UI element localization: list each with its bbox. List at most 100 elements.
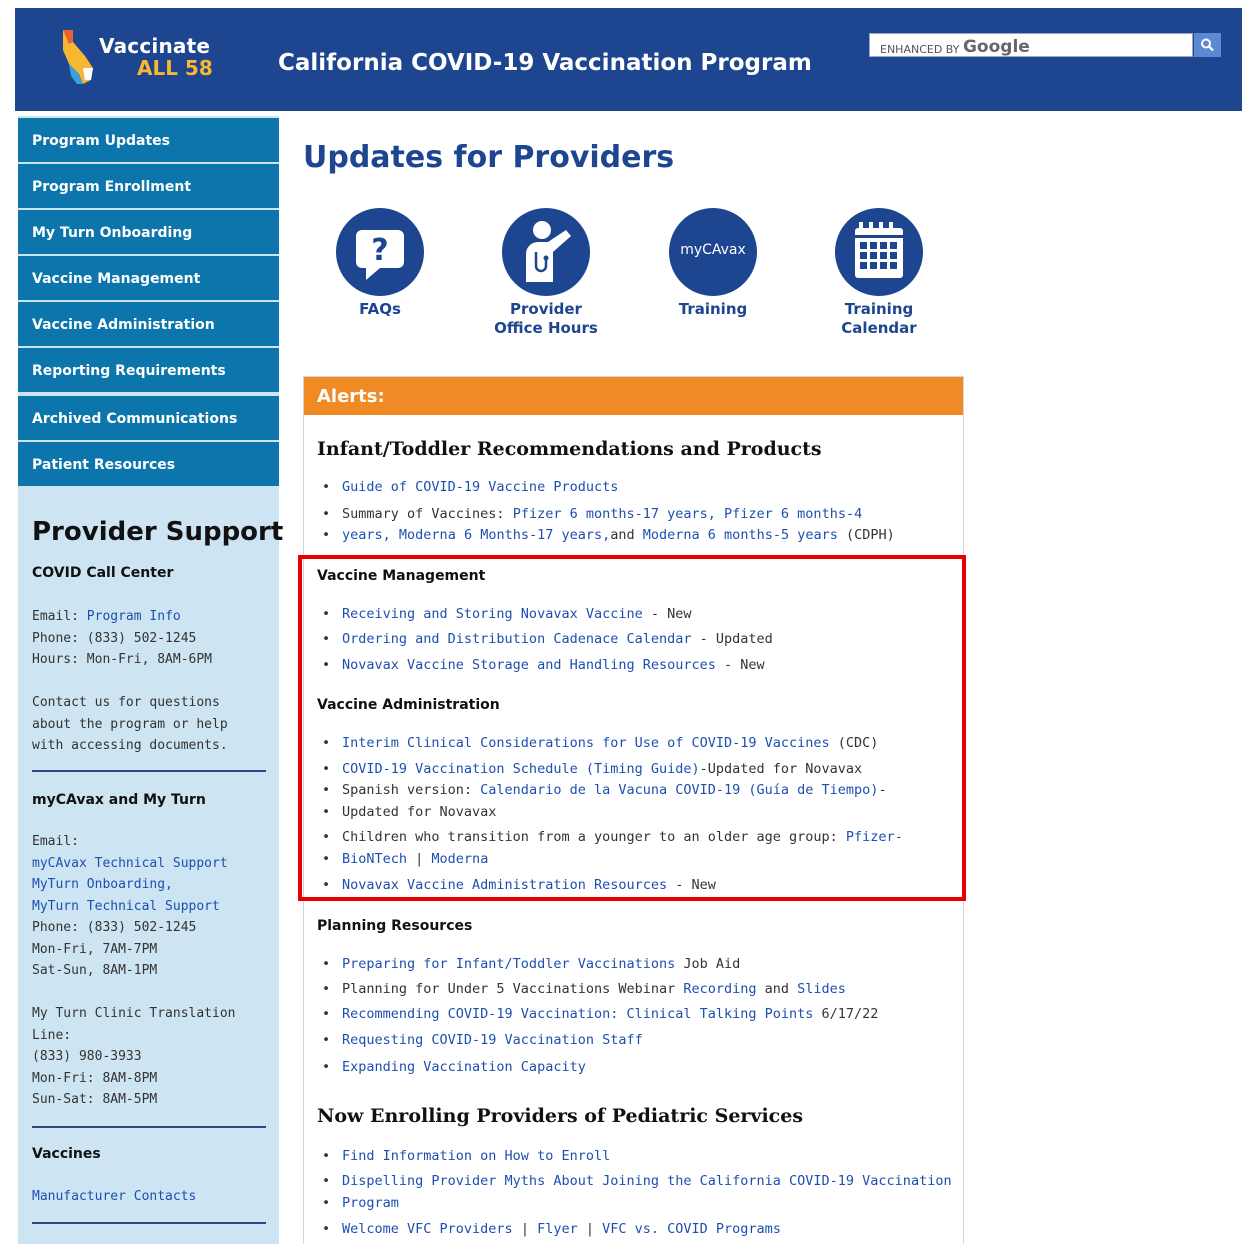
program-info-link[interactable]: Program Info bbox=[87, 609, 181, 624]
translation-line-1: My Turn Clinic Translation bbox=[32, 1006, 236, 1021]
search-brand: ENHANCED BY Google bbox=[880, 37, 1030, 58]
list-item: Find Information on How to Enroll bbox=[322, 1145, 610, 1167]
vaccinate-all-58-logo[interactable]: Vaccinate ALL 58 bbox=[57, 24, 217, 94]
mycavax-tech-support-link[interactable]: myCAvax Technical Support bbox=[32, 853, 228, 875]
now-enrolling-heading: Now Enrolling Providers of Pediatric Ser… bbox=[317, 1105, 804, 1127]
expanding-capacity-link[interactable]: Expanding Vaccination Capacity bbox=[342, 1059, 586, 1075]
moderna-6m-5y-link[interactable]: Moderna 6 months-5 years bbox=[643, 527, 838, 543]
search-input[interactable]: ENHANCED BY Google bbox=[869, 33, 1193, 57]
guide-vaccine-products-link[interactable]: Guide of COVID-19 Vaccine Products bbox=[342, 479, 618, 495]
list-item: Welcome VFC Providers | Flyer | VFC vs. … bbox=[322, 1218, 781, 1240]
flyer-link[interactable]: Flyer bbox=[537, 1221, 578, 1237]
highlight-box bbox=[298, 555, 966, 901]
vfc-vs-covid-link[interactable]: VFC vs. COVID Programs bbox=[602, 1221, 781, 1237]
translation-phone: (833) 980-3933 bbox=[32, 1049, 142, 1064]
alerts-header: Alerts: bbox=[304, 377, 963, 415]
preparing-infant-toddler-link[interactable]: Preparing for Infant/Toddler Vaccination… bbox=[342, 956, 675, 972]
faqs-tile[interactable]: ? FAQs bbox=[315, 208, 445, 319]
nav-reporting-requirements[interactable]: Reporting Requirements bbox=[18, 348, 279, 392]
calendar-icon bbox=[835, 208, 923, 296]
list-item: Guide of COVID-19 Vaccine Products bbox=[322, 476, 618, 498]
nav-program-updates[interactable]: Program Updates bbox=[18, 118, 279, 162]
search-button[interactable] bbox=[1194, 33, 1221, 57]
contact-line-1: Contact us for questions bbox=[32, 695, 220, 710]
sidebar: Program Updates Program Enrollment My Tu… bbox=[18, 116, 283, 1244]
requesting-staff-link[interactable]: Requesting COVID-19 Vaccination Staff bbox=[342, 1032, 643, 1048]
california-map-icon bbox=[63, 30, 93, 84]
list-item: Expanding Vaccination Capacity bbox=[322, 1056, 586, 1078]
site-title: California COVID-19 Vaccination Program bbox=[278, 50, 812, 76]
logo-text-all-58: ALL 58 bbox=[137, 56, 213, 80]
and-text: and bbox=[756, 981, 798, 997]
training-tile[interactable]: myCAvax Training bbox=[648, 208, 778, 319]
svg-text:?: ? bbox=[371, 233, 388, 268]
question-icon: ? bbox=[336, 208, 424, 296]
mycavax-hours-1: Mon-Fri, 7AM-7PM bbox=[32, 941, 158, 957]
list-item: Recommending COVID-19 Vaccination: Clini… bbox=[322, 1003, 879, 1025]
search-brand-small: ENHANCED BY bbox=[880, 43, 960, 56]
nav-vaccine-administration[interactable]: Vaccine Administration bbox=[18, 302, 279, 346]
search-brand-google: Google bbox=[962, 37, 1030, 57]
faqs-label-line: FAQs bbox=[359, 300, 401, 318]
call-center-hours: Hours: Mon-Fri, 8AM-6PM bbox=[32, 652, 213, 667]
mycavax-icon: myCAvax bbox=[669, 208, 757, 296]
list-item: Preparing for Infant/Toddler Vaccination… bbox=[322, 953, 741, 975]
planning-resources-heading: Planning Resources bbox=[317, 918, 473, 934]
provider-label-line-1: Provider bbox=[510, 300, 582, 318]
vaccines-heading: Vaccines bbox=[32, 1146, 101, 1162]
nav-vaccine-management[interactable]: Vaccine Management bbox=[18, 256, 279, 300]
nav-program-enrollment[interactable]: Program Enrollment bbox=[18, 164, 279, 208]
moderna-6m-17y-link[interactable]: Moderna 6 Months-17 years, bbox=[399, 527, 610, 543]
translation-hours-2: Sun-Sat: 8AM-5PM bbox=[32, 1092, 158, 1107]
list-item: Requesting COVID-19 Vaccination Staff bbox=[322, 1029, 643, 1051]
dispelling-myths-link[interactable]: Dispelling Provider Myths About Joining … bbox=[342, 1173, 952, 1189]
mycavax-details: Email: myCAvax Technical Support MyTurn … bbox=[32, 831, 228, 982]
training-label: Training bbox=[648, 300, 778, 319]
and-text: and bbox=[610, 527, 635, 543]
nav-patient-resources[interactable]: Patient Resources bbox=[18, 442, 279, 486]
training-label-line: Training bbox=[678, 300, 748, 318]
call-center-details: Email: Program Info Phone: (833) 502-124… bbox=[32, 606, 212, 671]
infant-toddler-heading: Infant/Toddler Recommendations and Produ… bbox=[317, 438, 822, 460]
recording-link[interactable]: Recording bbox=[683, 981, 756, 997]
page-title: Updates for Providers bbox=[303, 140, 675, 175]
divider bbox=[32, 1126, 266, 1128]
translation-hours-1: Mon-Fri: 8AM-8PM bbox=[32, 1070, 158, 1086]
translation-line-details: My Turn Clinic Translation Line: (833) 9… bbox=[32, 1003, 236, 1111]
call-center-phone: Phone: (833) 502-1245 bbox=[32, 630, 197, 646]
list-item-continuation: Program bbox=[322, 1192, 399, 1214]
myturn-tech-support-link[interactable]: MyTurn Technical Support bbox=[32, 896, 228, 918]
provider-office-hours-tile[interactable]: Provider Office Hours bbox=[481, 208, 611, 338]
doctor-icon bbox=[502, 208, 590, 296]
list-item-continuation: years, Moderna 6 Months-17 years,and Mod… bbox=[322, 524, 895, 546]
myturn-onboarding-link[interactable]: MyTurn Onboarding, bbox=[32, 874, 228, 896]
slides-link[interactable]: Slides bbox=[797, 981, 846, 997]
job-aid-text: Job Aid bbox=[675, 956, 741, 972]
list-item: Dispelling Provider Myths About Joining … bbox=[322, 1170, 952, 1192]
translation-line-2: Line: bbox=[32, 1027, 72, 1043]
calendar-label-line-1: Training bbox=[844, 300, 914, 318]
how-to-enroll-link[interactable]: Find Information on How to Enroll bbox=[342, 1148, 610, 1164]
separator: | bbox=[577, 1221, 603, 1237]
mycavax-hours-2: Sat-Sun, 8AM-1PM bbox=[32, 963, 158, 978]
search-icon bbox=[1201, 38, 1214, 52]
mycavax-heading: myCAvax and My Turn bbox=[32, 792, 206, 808]
pfizer-6m-4y-link-cont[interactable]: years, bbox=[342, 527, 391, 543]
provider-office-hours-label: Provider Office Hours bbox=[481, 300, 611, 338]
manufacturer-contacts-link[interactable]: Manufacturer Contacts bbox=[32, 1186, 196, 1208]
nav-my-turn-onboarding[interactable]: My Turn Onboarding bbox=[18, 210, 279, 254]
dispelling-myths-link-cont[interactable]: Program bbox=[342, 1195, 399, 1211]
webinar-text: Planning for Under 5 Vaccinations Webina… bbox=[342, 981, 684, 997]
call-center-heading: COVID Call Center bbox=[32, 565, 174, 581]
training-calendar-tile[interactable]: Training Calendar bbox=[814, 208, 944, 338]
call-center-contact-text: Contact us for questions about the progr… bbox=[32, 692, 228, 757]
pfizer-6m-4y-link[interactable]: Pfizer 6 months-4 bbox=[724, 506, 862, 522]
nav-archived-communications[interactable]: Archived Communications bbox=[18, 396, 279, 440]
clinical-talking-points-link[interactable]: Recommending COVID-19 Vaccination: Clini… bbox=[342, 1006, 813, 1022]
provider-support-title: Provider Support bbox=[32, 517, 284, 547]
provider-label-line-2: Office Hours bbox=[494, 319, 598, 337]
date-note: 6/17/22 bbox=[813, 1006, 879, 1022]
welcome-vfc-link[interactable]: Welcome VFC Providers bbox=[342, 1221, 513, 1237]
pfizer-6m-17y-link[interactable]: Pfizer 6 months-17 years, bbox=[513, 506, 716, 522]
separator: | bbox=[512, 1221, 538, 1237]
